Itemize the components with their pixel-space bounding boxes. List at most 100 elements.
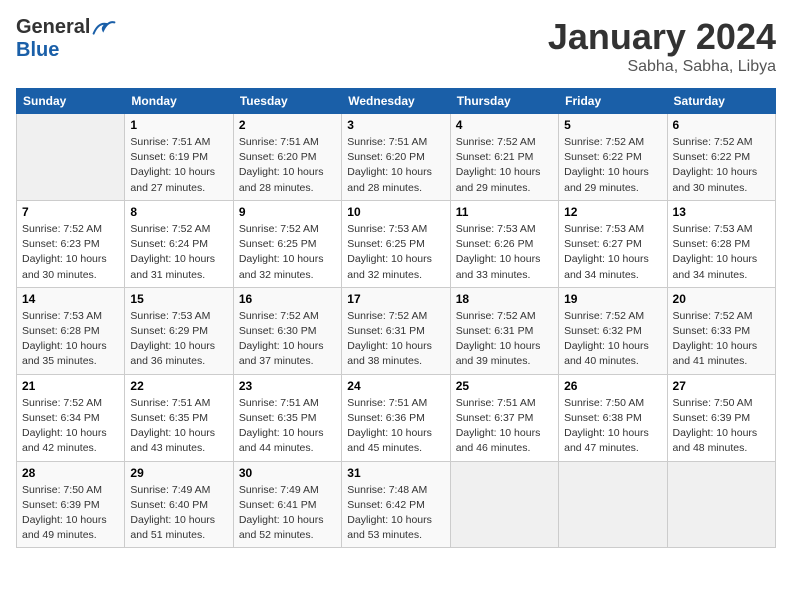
logo-general-text: General [16, 16, 90, 39]
calendar-cell [667, 461, 775, 548]
logo-blue-text: Blue [16, 39, 59, 62]
calendar-cell: 4 Sunrise: 7:52 AMSunset: 6:21 PMDaylight… [450, 114, 558, 201]
calendar-cell: 13 Sunrise: 7:53 AMSunset: 6:28 PMDayligh… [667, 200, 775, 287]
calendar-cell: 2 Sunrise: 7:51 AMSunset: 6:20 PMDaylight… [233, 114, 341, 201]
header-monday: Monday [125, 89, 233, 114]
calendar-cell: 18 Sunrise: 7:52 AMSunset: 6:31 PMDayligh… [450, 287, 558, 374]
header-saturday: Saturday [667, 89, 775, 114]
calendar-cell: 11 Sunrise: 7:53 AMSunset: 6:26 PMDayligh… [450, 200, 558, 287]
day-info: Sunrise: 7:51 AMSunset: 6:36 PMDaylight:… [347, 396, 444, 457]
day-number: 3 [347, 118, 444, 132]
calendar-cell: 29 Sunrise: 7:49 AMSunset: 6:40 PMDayligh… [125, 461, 233, 548]
day-number: 31 [347, 466, 444, 480]
day-number: 27 [673, 379, 770, 393]
calendar-week-row: 1Sunrise: 7:51 AMSunset: 6:19 PMDaylight… [17, 114, 776, 201]
calendar-cell: 3 Sunrise: 7:51 AMSunset: 6:20 PMDaylight… [342, 114, 450, 201]
calendar-cell [17, 114, 125, 201]
day-info: Sunrise: 7:52 AMSunset: 6:25 PMDaylight:… [239, 222, 336, 283]
calendar-cell: 10Sunrise: 7:53 AMSunset: 6:25 PMDayligh… [342, 200, 450, 287]
day-number: 23 [239, 379, 336, 393]
calendar-cell: 6 Sunrise: 7:52 AMSunset: 6:22 PMDaylight… [667, 114, 775, 201]
day-number: 16 [239, 292, 336, 306]
day-info: Sunrise: 7:52 AMSunset: 6:32 PMDaylight:… [564, 309, 661, 370]
day-info: Sunrise: 7:51 AMSunset: 6:20 PMDaylight:… [347, 135, 444, 196]
calendar-table: SundayMondayTuesdayWednesdayThursdayFrid… [16, 88, 776, 548]
day-info: Sunrise: 7:52 AMSunset: 6:24 PMDaylight:… [130, 222, 227, 283]
calendar-cell: 19Sunrise: 7:52 AMSunset: 6:32 PMDayligh… [559, 287, 667, 374]
title-block: January 2024 Sabha, Sabha, Libya [548, 16, 776, 76]
page-header: General Blue January 2024 Sabha, Sabha, … [16, 16, 776, 76]
header-thursday: Thursday [450, 89, 558, 114]
day-number: 22 [130, 379, 227, 393]
day-number: 21 [22, 379, 119, 393]
day-number: 11 [456, 205, 553, 219]
day-info: Sunrise: 7:52 AMSunset: 6:21 PMDaylight:… [456, 135, 553, 196]
day-number: 6 [673, 118, 770, 132]
day-info: Sunrise: 7:53 AMSunset: 6:28 PMDaylight:… [673, 222, 770, 283]
day-number: 28 [22, 466, 119, 480]
day-number: 18 [456, 292, 553, 306]
calendar-cell: 15Sunrise: 7:53 AMSunset: 6:29 PMDayligh… [125, 287, 233, 374]
logo-bird-icon [92, 18, 116, 38]
day-info: Sunrise: 7:52 AMSunset: 6:23 PMDaylight:… [22, 222, 119, 283]
location: Sabha, Sabha, Libya [548, 58, 776, 76]
day-info: Sunrise: 7:50 AMSunset: 6:38 PMDaylight:… [564, 396, 661, 457]
day-info: Sunrise: 7:52 AMSunset: 6:30 PMDaylight:… [239, 309, 336, 370]
day-info: Sunrise: 7:51 AMSunset: 6:20 PMDaylight:… [239, 135, 336, 196]
day-number: 13 [673, 205, 770, 219]
header-tuesday: Tuesday [233, 89, 341, 114]
day-info: Sunrise: 7:50 AMSunset: 6:39 PMDaylight:… [22, 483, 119, 544]
day-number: 4 [456, 118, 553, 132]
header-friday: Friday [559, 89, 667, 114]
day-number: 14 [22, 292, 119, 306]
day-info: Sunrise: 7:50 AMSunset: 6:39 PMDaylight:… [673, 396, 770, 457]
calendar-cell [559, 461, 667, 548]
calendar-cell: 12 Sunrise: 7:53 AMSunset: 6:27 PMDayligh… [559, 200, 667, 287]
calendar-cell: 26 Sunrise: 7:50 AMSunset: 6:38 PMDayligh… [559, 374, 667, 461]
day-number: 29 [130, 466, 227, 480]
calendar-cell: 7 Sunrise: 7:52 AMSunset: 6:23 PMDaylight… [17, 200, 125, 287]
day-info: Sunrise: 7:53 AMSunset: 6:27 PMDaylight:… [564, 222, 661, 283]
calendar-cell: 20 Sunrise: 7:52 AMSunset: 6:33 PMDayligh… [667, 287, 775, 374]
calendar-week-row: 14 Sunrise: 7:53 AMSunset: 6:28 PMDayligh… [17, 287, 776, 374]
calendar-cell: 28 Sunrise: 7:50 AMSunset: 6:39 PMDayligh… [17, 461, 125, 548]
day-info: Sunrise: 7:51 AMSunset: 6:35 PMDaylight:… [130, 396, 227, 457]
calendar-cell: 17Sunrise: 7:52 AMSunset: 6:31 PMDayligh… [342, 287, 450, 374]
day-info: Sunrise: 7:51 AMSunset: 6:37 PMDaylight:… [456, 396, 553, 457]
calendar-week-row: 28 Sunrise: 7:50 AMSunset: 6:39 PMDayligh… [17, 461, 776, 548]
day-info: Sunrise: 7:51 AMSunset: 6:19 PMDaylight:… [130, 135, 227, 196]
day-info: Sunrise: 7:53 AMSunset: 6:26 PMDaylight:… [456, 222, 553, 283]
calendar-cell: 25Sunrise: 7:51 AMSunset: 6:37 PMDayligh… [450, 374, 558, 461]
day-info: Sunrise: 7:53 AMSunset: 6:28 PMDaylight:… [22, 309, 119, 370]
calendar-cell: 27 Sunrise: 7:50 AMSunset: 6:39 PMDayligh… [667, 374, 775, 461]
calendar-cell: 8 Sunrise: 7:52 AMSunset: 6:24 PMDaylight… [125, 200, 233, 287]
calendar-week-row: 7 Sunrise: 7:52 AMSunset: 6:23 PMDaylight… [17, 200, 776, 287]
day-number: 24 [347, 379, 444, 393]
day-number: 2 [239, 118, 336, 132]
day-number: 5 [564, 118, 661, 132]
calendar-cell: 24 Sunrise: 7:51 AMSunset: 6:36 PMDayligh… [342, 374, 450, 461]
day-info: Sunrise: 7:48 AMSunset: 6:42 PMDaylight:… [347, 483, 444, 544]
day-number: 26 [564, 379, 661, 393]
header-wednesday: Wednesday [342, 89, 450, 114]
calendar-cell: 16 Sunrise: 7:52 AMSunset: 6:30 PMDayligh… [233, 287, 341, 374]
day-number: 10 [347, 205, 444, 219]
day-info: Sunrise: 7:52 AMSunset: 6:22 PMDaylight:… [673, 135, 770, 196]
day-info: Sunrise: 7:52 AMSunset: 6:33 PMDaylight:… [673, 309, 770, 370]
day-number: 20 [673, 292, 770, 306]
day-number: 8 [130, 205, 227, 219]
day-number: 30 [239, 466, 336, 480]
calendar-cell: 22 Sunrise: 7:51 AMSunset: 6:35 PMDayligh… [125, 374, 233, 461]
day-number: 9 [239, 205, 336, 219]
day-number: 7 [22, 205, 119, 219]
day-info: Sunrise: 7:52 AMSunset: 6:31 PMDaylight:… [456, 309, 553, 370]
calendar-cell: 9 Sunrise: 7:52 AMSunset: 6:25 PMDaylight… [233, 200, 341, 287]
day-info: Sunrise: 7:52 AMSunset: 6:22 PMDaylight:… [564, 135, 661, 196]
day-info: Sunrise: 7:49 AMSunset: 6:40 PMDaylight:… [130, 483, 227, 544]
calendar-cell: 31 Sunrise: 7:48 AMSunset: 6:42 PMDayligh… [342, 461, 450, 548]
day-number: 12 [564, 205, 661, 219]
calendar-cell: 14 Sunrise: 7:53 AMSunset: 6:28 PMDayligh… [17, 287, 125, 374]
day-info: Sunrise: 7:52 AMSunset: 6:31 PMDaylight:… [347, 309, 444, 370]
calendar-cell: 23Sunrise: 7:51 AMSunset: 6:35 PMDayligh… [233, 374, 341, 461]
calendar-header-row: SundayMondayTuesdayWednesdayThursdayFrid… [17, 89, 776, 114]
